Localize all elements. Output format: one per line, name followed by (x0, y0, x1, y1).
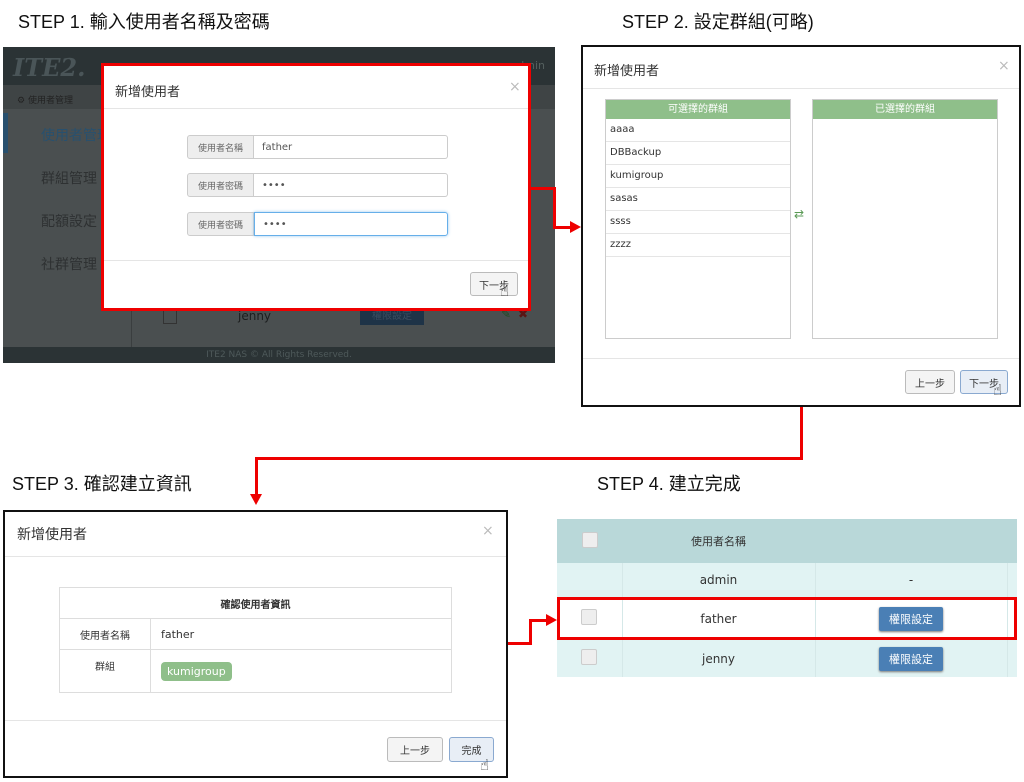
sidebar-item-quota[interactable]: 配額設定 (41, 211, 97, 231)
table-row: jenny 權限設定 (557, 640, 1017, 677)
arrow-icon (570, 221, 581, 233)
cursor-hand-icon: ☝ (993, 381, 1003, 399)
list-item[interactable]: DBBackup (606, 142, 790, 165)
gear-icon: ⚙ (17, 96, 28, 106)
list-item[interactable]: kumigroup (606, 165, 790, 188)
step3-title: STEP 3. 確認建立資訊 (12, 474, 192, 494)
step4-title: STEP 4. 建立完成 (597, 474, 741, 494)
row-checkbox[interactable] (581, 649, 598, 665)
list-item[interactable]: ssss (606, 211, 790, 234)
close-icon[interactable]: × (509, 79, 521, 95)
confirm-password-field[interactable]: 使用者密碼 •••• (187, 212, 448, 236)
close-icon[interactable]: × (998, 58, 1010, 74)
list-item[interactable]: aaaa (606, 119, 790, 142)
users-table: 使用者名稱 admin - father 權限設定 jenny 權限設定 (557, 519, 1017, 677)
step1-title: STEP 1. 輸入使用者名稱及密碼 (18, 12, 270, 32)
available-groups-list: 可選擇的群組 aaaa DBBackup kumigroup sasas sss… (605, 99, 791, 339)
swap-icon[interactable]: ⇄ (794, 207, 804, 221)
step2-title: STEP 2. 設定群組(可略) (622, 12, 814, 32)
permission-button[interactable]: 權限設定 (879, 606, 943, 631)
next-button[interactable]: 下一步 (470, 272, 518, 296)
list-item[interactable]: sasas (606, 188, 790, 211)
modal-title: 新增使用者 (594, 64, 660, 79)
modal-title: 新增使用者 (17, 527, 87, 543)
bg-row-user: jenny (238, 309, 272, 323)
arrow-icon (546, 614, 557, 626)
sidebar-item-social[interactable]: 社群管理 (41, 254, 97, 274)
permission-button[interactable]: 權限設定 (879, 646, 943, 671)
table-row-highlighted: father 權限設定 (557, 597, 1017, 640)
logo: ITE2. (13, 53, 86, 82)
modal-title: 新增使用者 (115, 85, 181, 100)
group-badge: kumigroup (161, 661, 232, 681)
breadcrumb: ⚙ 使用者管理 (17, 96, 73, 106)
cursor-hand-icon: ☝ (480, 756, 490, 774)
cursor-hand-icon: ☝ (500, 282, 510, 300)
table-header: 使用者名稱 (557, 519, 1017, 563)
arrow-icon (250, 494, 262, 505)
username-field[interactable]: 使用者名稱 father (187, 135, 448, 159)
row-checkbox[interactable] (581, 609, 598, 625)
selected-groups-list: 已選擇的群組 (812, 99, 998, 339)
confirm-table: 確認使用者資訊 使用者名稱 father 群組 kumigroup (59, 587, 452, 693)
sidebar-item-groups[interactable]: 群組管理 (41, 168, 97, 188)
list-item[interactable]: zzzz (606, 234, 790, 257)
select-all-checkbox[interactable] (581, 531, 598, 548)
prev-button[interactable]: 上一步 (387, 737, 443, 762)
table-row: admin - (557, 563, 1017, 597)
footer: ITE2 NAS © All Rights Reserved. (3, 347, 555, 363)
close-icon[interactable]: × (482, 523, 494, 539)
password-field[interactable]: 使用者密碼 •••• (187, 173, 448, 197)
prev-button[interactable]: 上一步 (905, 370, 955, 394)
